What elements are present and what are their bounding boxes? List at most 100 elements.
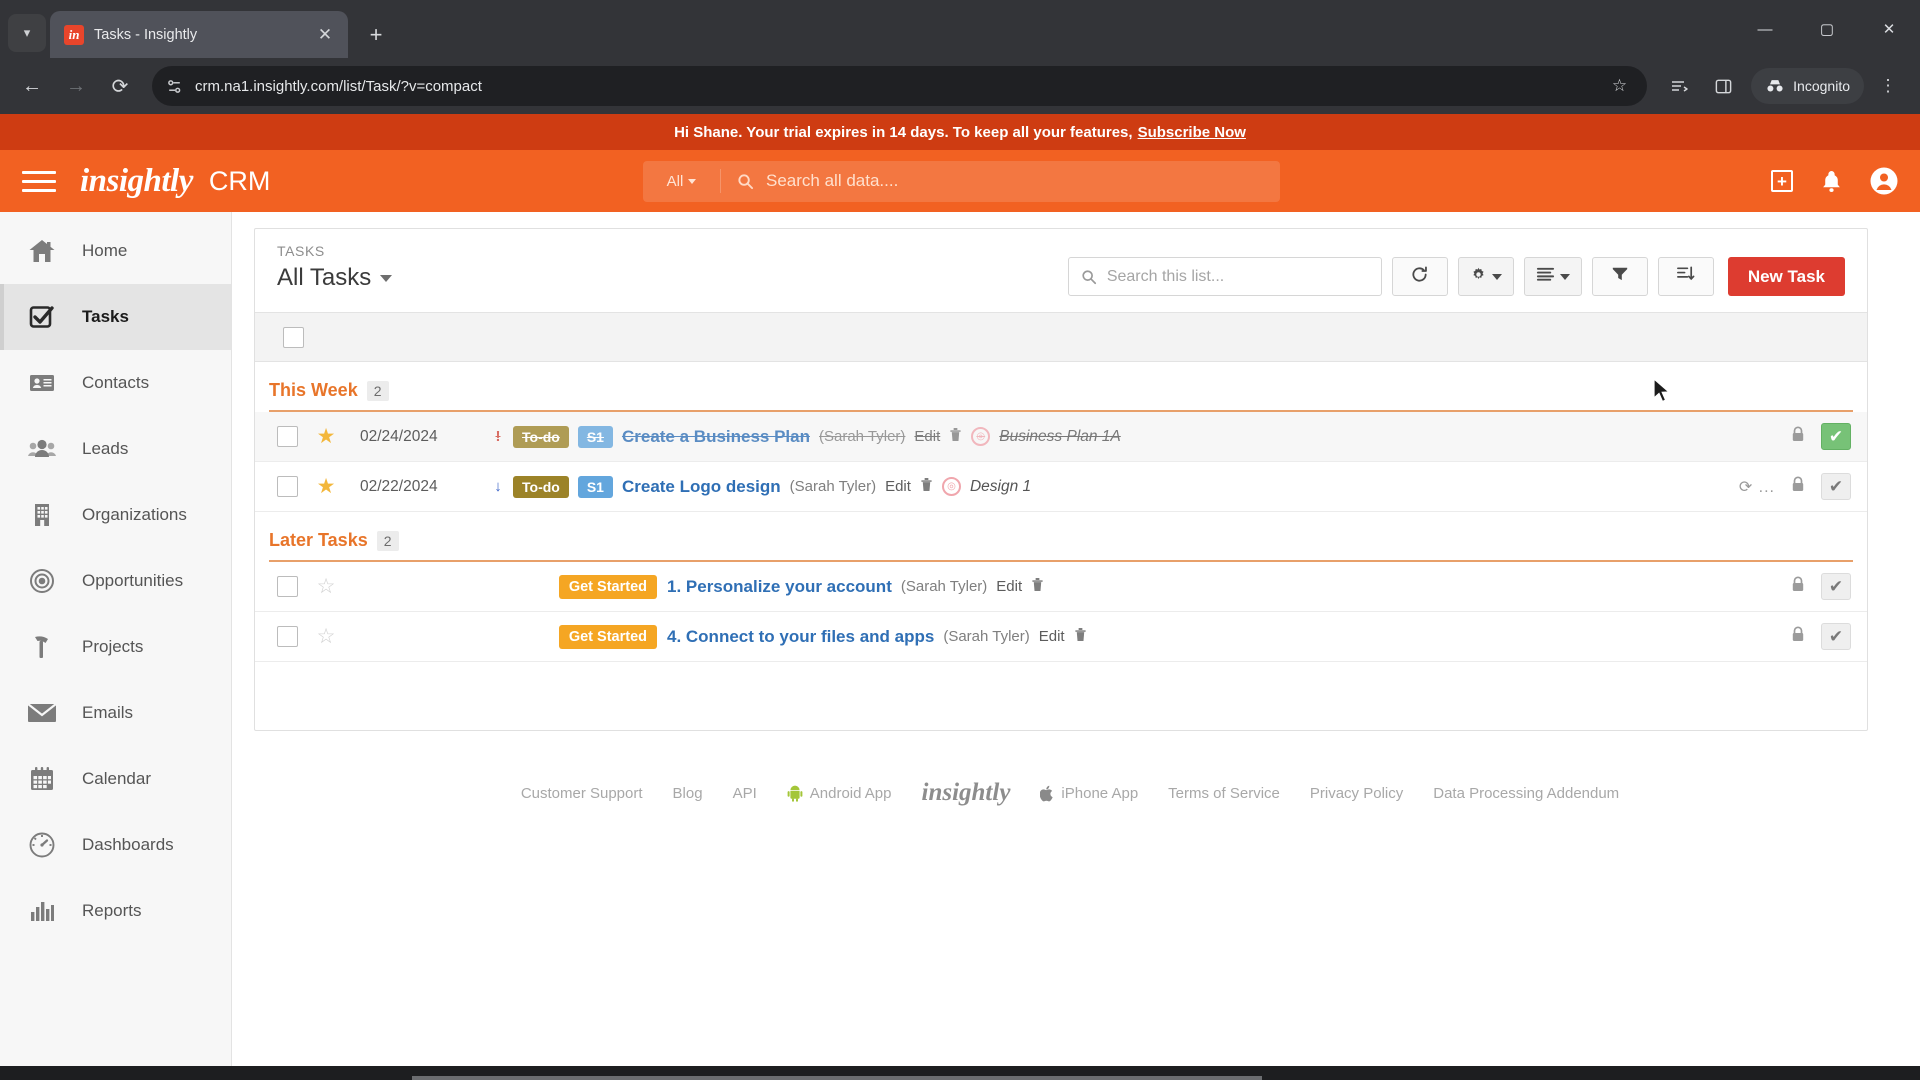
page-title[interactable]: All Tasks <box>277 264 1068 292</box>
maximize-icon[interactable]: ▢ <box>1796 0 1858 58</box>
footer-link-api[interactable]: API <box>733 785 757 802</box>
calendar-icon <box>26 763 58 795</box>
sidebar-item-emails[interactable]: Emails <box>0 680 231 746</box>
edit-link[interactable]: Edit <box>996 578 1022 595</box>
global-search-bar[interactable]: All Search all data.... <box>643 160 1280 202</box>
notifications-bell-icon[interactable] <box>1821 170 1842 193</box>
footer-link-android-app[interactable]: Android App <box>787 785 892 802</box>
favorite-star-icon[interactable]: ★ <box>306 474 346 499</box>
view-options-button[interactable] <box>1523 257 1582 296</box>
row-checkbox[interactable] <box>277 426 298 447</box>
row-checkbox[interactable] <box>277 626 298 647</box>
task-title-link[interactable]: 1. Personalize your account <box>667 577 892 597</box>
insightly-logo[interactable]: insightly <box>80 163 193 200</box>
sidebar-label: Projects <box>82 637 144 656</box>
task-title-link[interactable]: 4. Connect to your files and apps <box>667 627 934 647</box>
sidebar-label: Reports <box>82 901 142 920</box>
edit-link[interactable]: Edit <box>914 428 940 445</box>
global-search-input[interactable]: Search all data.... <box>766 171 898 191</box>
complete-task-button[interactable]: ✔ <box>1821 473 1851 500</box>
address-bar[interactable]: crm.na1.insightly.com/list/Task/?v=compa… <box>152 66 1648 106</box>
menu-hamburger-icon[interactable] <box>22 170 56 192</box>
edit-link[interactable]: Edit <box>885 478 911 495</box>
delete-icon[interactable] <box>949 427 962 446</box>
related-record-name[interactable]: Design 1 <box>970 478 1031 496</box>
footer-link-blog[interactable]: Blog <box>673 785 703 802</box>
new-tab-icon[interactable]: + <box>358 17 394 53</box>
complete-task-button[interactable]: ✔ <box>1821 623 1851 650</box>
user-avatar-icon[interactable] <box>1870 167 1898 195</box>
bookmark-star-icon[interactable]: ☆ <box>1606 76 1633 96</box>
task-title-link[interactable]: Create Logo design <box>622 477 781 497</box>
footer-link-customer-support[interactable]: Customer Support <box>521 785 643 802</box>
edit-link[interactable]: Edit <box>1039 628 1065 645</box>
footer-link-privacy[interactable]: Privacy Policy <box>1310 785 1403 802</box>
list-search-input[interactable]: Search this list... <box>1067 257 1382 296</box>
sort-button[interactable] <box>1657 257 1714 296</box>
select-all-checkbox[interactable] <box>283 326 304 348</box>
table-row[interactable]: ☆ Get Started 1. Personalize your accoun… <box>255 562 1867 612</box>
sidebar-item-calendar[interactable]: Calendar <box>0 746 231 812</box>
delete-icon[interactable] <box>920 477 933 496</box>
site-info-icon[interactable] <box>166 78 183 95</box>
close-window-icon[interactable]: ✕ <box>1858 0 1920 58</box>
search-scope-dropdown[interactable]: All <box>643 168 721 194</box>
group-name: This Week <box>269 380 358 400</box>
browser-tab[interactable]: in Tasks - Insightly ✕ <box>50 11 348 58</box>
complete-task-button[interactable]: ✔ <box>1821 573 1851 600</box>
settings-button[interactable] <box>1457 257 1514 296</box>
favorite-star-icon[interactable]: ★ <box>306 424 346 449</box>
sidebar-item-home[interactable]: Home <box>0 218 231 284</box>
list-header: TASKS All Tasks Search this list... New … <box>255 229 1867 312</box>
close-tab-icon[interactable]: ✕ <box>312 22 338 48</box>
table-row[interactable]: ★ 02/22/2024 ↓ To-do S1 Create Logo desi… <box>255 462 1867 512</box>
table-row[interactable]: ☆ Get Started 4. Connect to your files a… <box>255 612 1867 662</box>
sidebar-item-projects[interactable]: Projects <box>0 614 231 680</box>
footer-link-iphone-app[interactable]: iPhone App <box>1040 785 1138 802</box>
subscribe-now-link[interactable]: Subscribe Now <box>1138 124 1246 141</box>
sidebar-item-contacts[interactable]: Contacts <box>0 350 231 416</box>
sidebar-item-leads[interactable]: Leads <box>0 416 231 482</box>
reading-list-icon[interactable] <box>1659 66 1699 106</box>
reload-icon[interactable]: ⟳ <box>100 66 140 106</box>
favorite-star-icon[interactable]: ☆ <box>306 624 346 649</box>
chrome-menu-icon[interactable]: ⋮ <box>1868 66 1908 106</box>
incognito-indicator[interactable]: Incognito <box>1751 68 1864 104</box>
search-scope-label: All <box>666 172 684 190</box>
tab-search-icon[interactable]: ▾ <box>8 14 46 52</box>
refresh-button[interactable] <box>1391 257 1448 296</box>
sidebar-item-organizations[interactable]: Organizations <box>0 482 231 548</box>
filter-button[interactable] <box>1591 257 1648 296</box>
sidebar-item-dashboards[interactable]: Dashboards <box>0 812 231 878</box>
back-icon[interactable]: ← <box>12 66 52 106</box>
task-title-link[interactable]: Create a Business Plan <box>622 427 810 447</box>
row-checkbox[interactable] <box>277 476 298 497</box>
sidebar-item-reports[interactable]: Reports <box>0 878 231 944</box>
os-taskbar <box>0 1066 1920 1080</box>
minimize-icon[interactable]: — <box>1734 0 1796 58</box>
related-record-icon: ◎ <box>971 427 991 446</box>
filter-icon <box>1611 265 1629 288</box>
sidebar-item-opportunities[interactable]: Opportunities <box>0 548 231 614</box>
task-owner: (Sarah Tyler) <box>943 628 1030 645</box>
new-task-button[interactable]: New Task <box>1727 257 1845 296</box>
forward-icon[interactable]: → <box>56 66 96 106</box>
browser-chrome: ▾ in Tasks - Insightly ✕ + — ▢ ✕ ← → ⟳ c… <box>0 0 1920 114</box>
footer-link-terms[interactable]: Terms of Service <box>1168 785 1280 802</box>
group-name: Later Tasks <box>269 530 368 550</box>
table-row[interactable]: ★ 02/24/2024 ! To-do S1 Create a Busines… <box>255 412 1867 462</box>
footer-link-dpa[interactable]: Data Processing Addendum <box>1433 785 1619 802</box>
add-new-icon[interactable]: + <box>1771 170 1793 192</box>
tab-strip: ▾ in Tasks - Insightly ✕ + — ▢ ✕ <box>0 0 1920 58</box>
side-panel-icon[interactable] <box>1703 66 1743 106</box>
favorite-star-icon[interactable]: ☆ <box>306 574 346 599</box>
sidebar-item-tasks[interactable]: Tasks <box>0 284 231 350</box>
delete-icon[interactable] <box>1074 627 1087 646</box>
complete-task-button[interactable]: ✔ <box>1821 423 1851 450</box>
insightly-favicon: in <box>64 24 84 45</box>
row-checkbox[interactable] <box>277 576 298 597</box>
related-record-name[interactable]: Business Plan 1A <box>999 428 1121 446</box>
chevron-down-icon[interactable] <box>380 274 393 282</box>
group-count: 2 <box>366 380 389 401</box>
delete-icon[interactable] <box>1031 577 1044 596</box>
